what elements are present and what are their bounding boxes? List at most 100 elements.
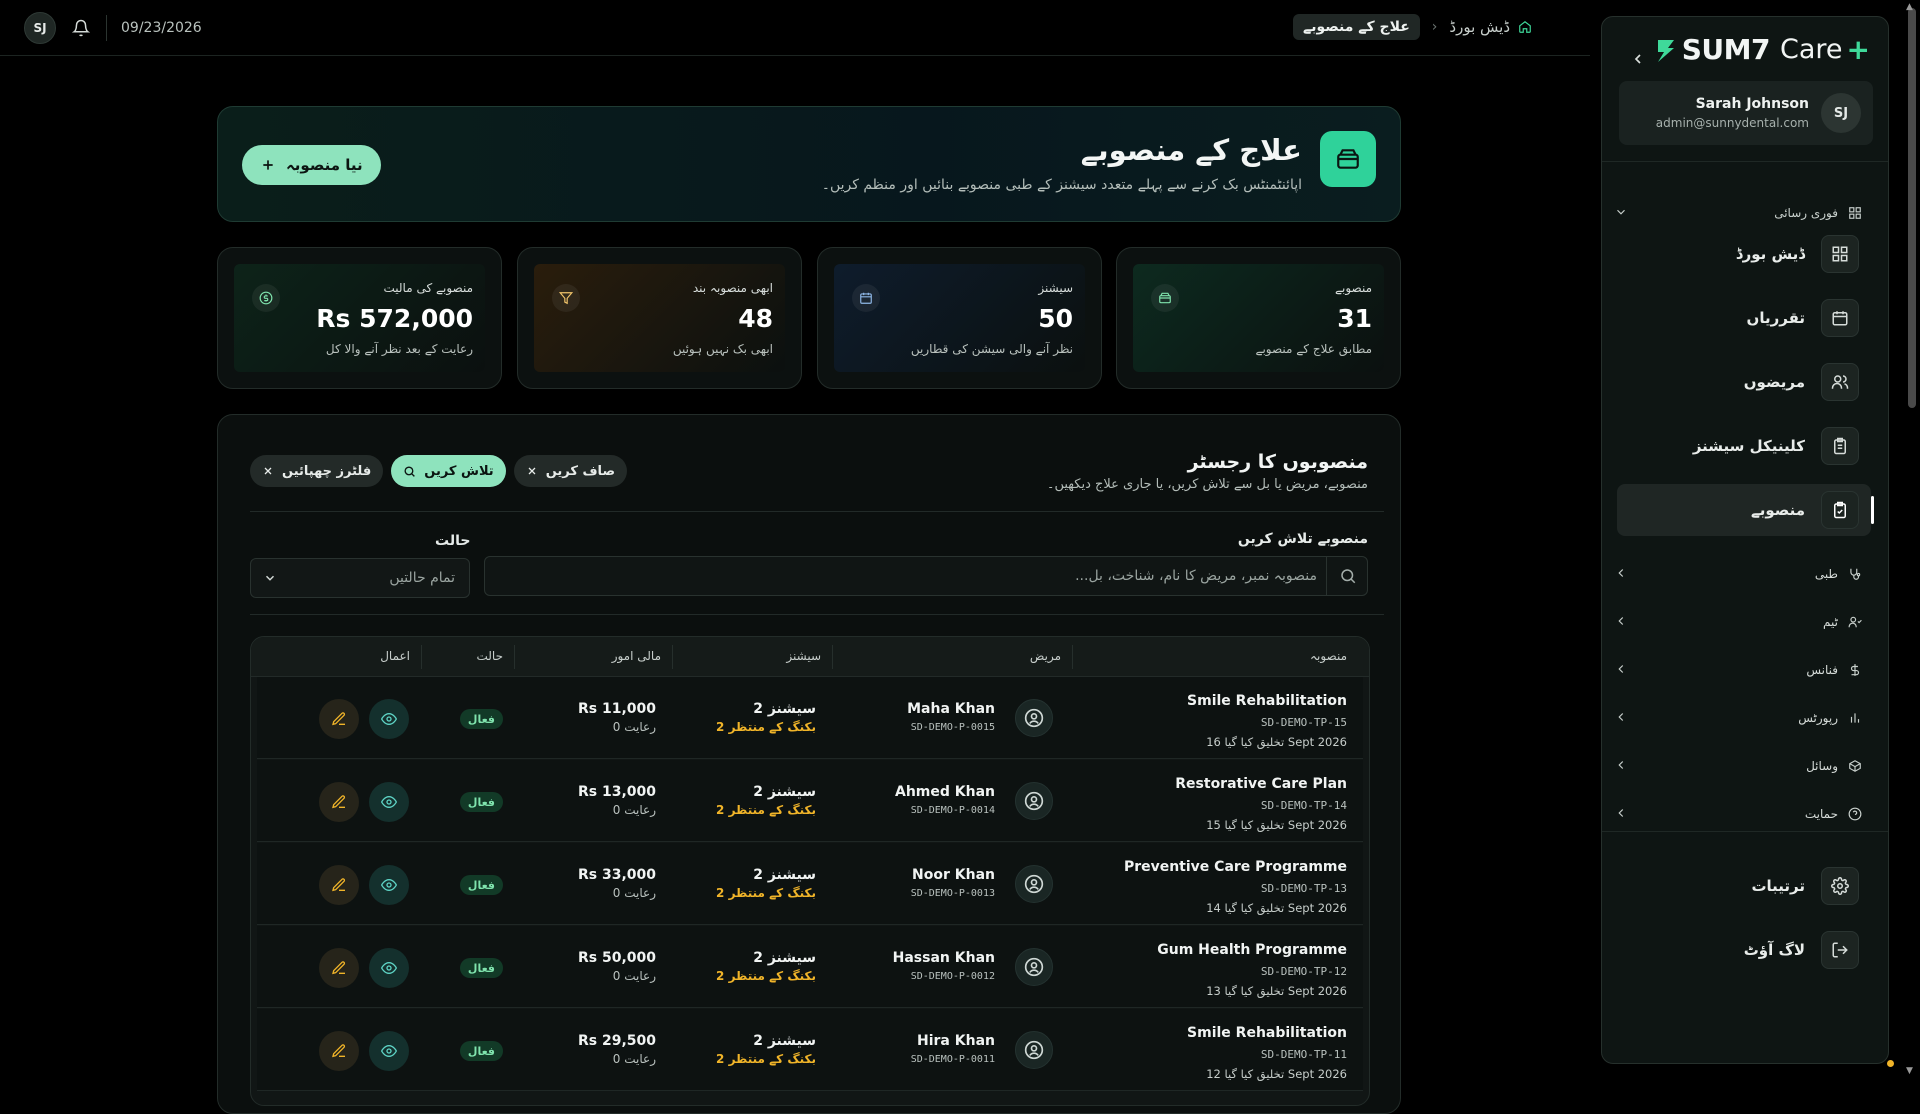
sidebar-group-label: ٹیم: [1823, 615, 1838, 629]
patient-name[interactable]: Hira Khan: [911, 1033, 995, 1049]
brand-care: Care: [1780, 34, 1843, 65]
close-icon: [264, 467, 272, 475]
sessions-cell: 2 سیشنز 2 بکنگ کے منتظر: [716, 1033, 816, 1066]
stat-value: 48: [738, 304, 773, 333]
hide-filters-button[interactable]: فلٹرز چھپائیں: [250, 455, 384, 487]
pencil-icon: [332, 1044, 346, 1058]
view-button[interactable]: [369, 948, 409, 988]
table-row[interactable]: Gum Health Programme SD-DEMO-TP-12 تخلیق…: [257, 926, 1363, 1008]
scroll-up-icon[interactable]: ▲: [1906, 2, 1913, 12]
stat-label: سیشنز: [1038, 281, 1073, 295]
col-plan[interactable]: منصوبہ: [1310, 649, 1347, 663]
chevron-left-icon: [1618, 761, 1624, 769]
status-select[interactable]: تمام حالتیں: [250, 558, 470, 598]
plan-name[interactable]: Restorative Care Plan: [1175, 776, 1347, 792]
table-row[interactable]: Smile Rehabilitation SD-DEMO-TP-15 تخلیق…: [257, 677, 1363, 759]
view-button[interactable]: [369, 1031, 409, 1071]
sidebar-item-patients[interactable]: مریضوں: [1617, 356, 1871, 408]
sidebar-item-label: تقرریاں: [1746, 309, 1805, 327]
patient-cell: Hassan Khan SD-DEMO-P-0012: [893, 950, 995, 982]
plan-discount: رعایت 0: [612, 1052, 656, 1066]
scrollbar-thumb[interactable]: [1908, 8, 1916, 408]
sidebar-item-label: کلینیکل سیشنز: [1692, 437, 1805, 455]
pending-booking: 2 بکنگ کے منتظر: [716, 969, 816, 983]
search-button[interactable]: تلاش کریں: [391, 455, 506, 487]
edit-button[interactable]: [319, 699, 359, 739]
new-plan-button[interactable]: نیا منصوبہ: [242, 145, 381, 185]
plan-name[interactable]: Preventive Care Programme: [1124, 859, 1347, 875]
user-circle-icon: [1015, 1031, 1053, 1069]
quick-access-toggle[interactable]: فوری رسائی: [1614, 203, 1862, 223]
patient-name[interactable]: Ahmed Khan: [895, 784, 995, 800]
box-icon: [1320, 131, 1376, 187]
plan-name[interactable]: Smile Rehabilitation: [1187, 693, 1347, 709]
chevron-left-icon[interactable]: [1630, 51, 1646, 67]
chevron-left-icon: [1618, 569, 1624, 577]
sidebar-item-plans[interactable]: منصوبے: [1617, 484, 1874, 536]
patient-name[interactable]: Hassan Khan: [893, 950, 995, 966]
patient-cell: Maha Khan SD-DEMO-P-0015: [907, 701, 995, 733]
col-sessions[interactable]: سیشنز: [786, 649, 821, 663]
patient-cell: Ahmed Khan SD-DEMO-P-0014: [895, 784, 995, 816]
sidebar-item-label: منصوبے: [1750, 501, 1805, 519]
finance-cell: Rs 33,000 رعایت 0: [578, 867, 656, 900]
table-row[interactable]: Preventive Care Programme SD-DEMO-TP-13 …: [257, 843, 1363, 925]
edit-button[interactable]: [319, 948, 359, 988]
user-circle-icon: [1015, 948, 1053, 986]
eye-icon: [381, 712, 397, 726]
sidebar-item-dashboard[interactable]: ڈیش بورڈ: [1617, 228, 1871, 280]
divider: [421, 645, 422, 669]
sidebar-group-team[interactable]: ٹیم: [1614, 610, 1862, 634]
sidebar-group-finance[interactable]: فنانس: [1614, 658, 1862, 682]
sidebar-item-logout[interactable]: لاگ آؤٹ: [1617, 924, 1871, 976]
patient-name[interactable]: Noor Khan: [911, 867, 995, 883]
search-input[interactable]: [517, 557, 1317, 595]
sidebar-group-resources[interactable]: وسائل: [1614, 754, 1862, 778]
plan-cell: Smile Rehabilitation SD-DEMO-TP-11 تخلیق…: [1187, 1025, 1347, 1081]
table-row[interactable]: Restorative Care Plan SD-DEMO-TP-14 تخلی…: [257, 760, 1363, 842]
sidebar-group-support[interactable]: حمایت: [1614, 802, 1862, 826]
edit-button[interactable]: [319, 1031, 359, 1071]
plan-name[interactable]: Gum Health Programme: [1157, 942, 1347, 958]
pending-booking: 2 بکنگ کے منتظر: [716, 720, 816, 734]
session-count: 2 سیشنز: [753, 784, 816, 800]
sidebar-group-label: طبی: [1814, 567, 1838, 581]
notification-dot: [1887, 1060, 1894, 1067]
patient-name[interactable]: Maha Khan: [907, 701, 995, 717]
register-title: منصوبوں کا رجسٹر: [1187, 451, 1368, 473]
breadcrumb-home[interactable]: ڈیش بورڈ: [1449, 18, 1532, 36]
sidebar-item-clinical-sessions[interactable]: کلینیکل سیشنز: [1617, 420, 1871, 472]
search-icon: [1341, 569, 1356, 584]
user-circle-icon: [1015, 865, 1053, 903]
sidebar-item-settings[interactable]: ترتیبات: [1617, 860, 1871, 912]
sidebar-group-reports[interactable]: رپورٹس: [1614, 706, 1862, 730]
table-row[interactable]: Smile Rehabilitation SD-DEMO-TP-11 تخلیق…: [257, 1009, 1363, 1091]
view-button[interactable]: [369, 782, 409, 822]
scroll-down-icon[interactable]: ▼: [1906, 1066, 1913, 1076]
plan-amount: Rs 33,000: [577, 867, 656, 883]
col-patient[interactable]: مریض: [1030, 649, 1061, 663]
sidebar-group-medical[interactable]: طبی: [1614, 562, 1862, 586]
sidebar-item-label: ترتیبات: [1751, 877, 1805, 895]
sidebar-divider: [1602, 831, 1888, 832]
edit-button[interactable]: [319, 782, 359, 822]
bell-icon[interactable]: [70, 17, 92, 39]
stethoscope-icon: [1850, 568, 1861, 580]
clear-button[interactable]: صاف کریں: [513, 455, 628, 487]
edit-button[interactable]: [319, 865, 359, 905]
plan-discount: رعایت 0: [612, 886, 656, 900]
col-finance[interactable]: مالی امور: [612, 649, 661, 663]
user-card[interactable]: SJ Sarah Johnson admin@sunnydental.com: [1619, 81, 1873, 145]
stat-subtext: نظر آنے والی سیشن کی قطاریں: [910, 342, 1073, 356]
sidebar-item-appointments[interactable]: تقرریاں: [1617, 292, 1871, 344]
avatar[interactable]: SJ: [24, 12, 56, 44]
view-button[interactable]: [369, 699, 409, 739]
register-divider: [250, 511, 1384, 512]
filter-actions: فلٹرز چھپائیں تلاش کریں صاف کریں: [250, 455, 628, 487]
box-icon: [1849, 760, 1861, 772]
user-name: Sarah Johnson: [1695, 96, 1809, 112]
col-status[interactable]: حالت: [476, 649, 503, 663]
view-button[interactable]: [369, 865, 409, 905]
plan-name[interactable]: Smile Rehabilitation: [1187, 1025, 1347, 1041]
search-field[interactable]: [484, 556, 1368, 596]
